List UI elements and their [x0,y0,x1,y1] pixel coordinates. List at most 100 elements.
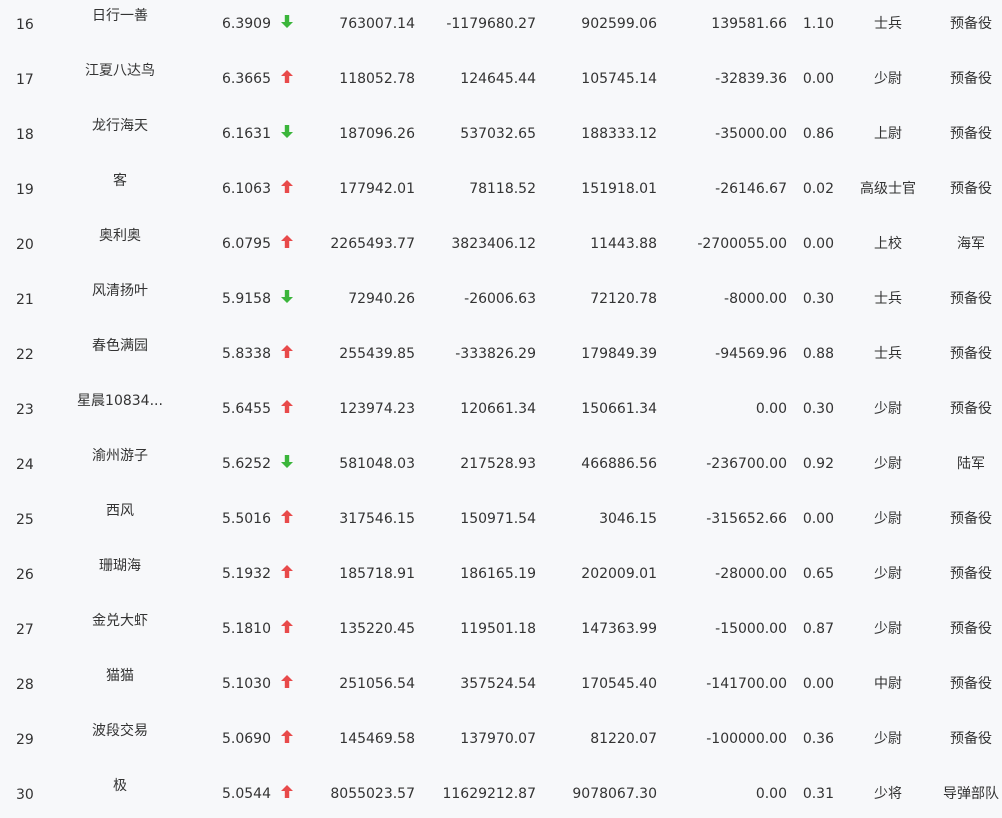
rank-number: 19 [16,182,34,198]
score-value: 6.3909 [222,16,271,32]
value-column-2: 137970.07 [460,731,536,747]
rank-number: 21 [16,292,34,308]
table-row[interactable]: 27 金兑大虾 5.1810 135220.45 119501.18 147363.99 -… [0,605,1002,660]
military-rank: 少尉 [874,71,902,87]
value-column-4: -2700055.00 [697,236,787,252]
value-column-4: 0.00 [755,401,787,417]
score-value: 5.6455 [222,401,271,417]
value-column-2: 119501.18 [460,621,536,637]
table-row[interactable]: 16 日行一善 6.3909 763007.14 -1179680.27 902599.0… [0,0,1002,55]
table-row[interactable]: 30 极 5.0544 8055023.57 11629212.87 9078067.30… [0,770,1002,818]
service-branch: 陆军 [957,456,985,472]
score-value: 6.1631 [222,126,271,142]
value-column-4: -315652.66 [706,511,787,527]
service-branch: 预备役 [950,346,992,362]
table-row[interactable]: 18 龙行海天 6.1631 187096.26 537032.65 188333.12 -… [0,110,1002,165]
rank-number: 20 [16,237,34,253]
user-name: 客 [113,173,127,189]
user-name: 金兑大虾 [92,613,148,629]
user-name: 春色满园 [92,338,148,354]
service-branch: 预备役 [950,511,992,527]
military-rank: 士兵 [874,346,902,362]
ratio-value: 0.88 [802,346,834,362]
user-name: 日行一善 [92,8,148,24]
score-value: 5.1030 [222,676,271,692]
score-value: 6.0795 [222,236,271,252]
table-row[interactable]: 26 珊瑚海 5.1932 185718.91 186165.19 202009.01 -2… [0,550,1002,605]
table-row[interactable]: 24 渝州游子 5.6252 581048.03 217528.93 466886.56 -… [0,440,1002,495]
value-column-4: 139581.66 [711,16,787,32]
military-rank: 中尉 [874,676,902,692]
table-row[interactable]: 21 风清扬叶 5.9158 72940.26 -26006.63 72120.78 -80… [0,275,1002,330]
value-column-3: 188333.12 [581,126,657,142]
value-column-2: 3823406.12 [451,236,536,252]
value-column-4: -94569.96 [715,346,787,362]
arrow-up-icon [281,565,293,579]
service-branch: 预备役 [950,401,992,417]
value-column-2: 186165.19 [460,566,536,582]
military-rank: 少尉 [874,401,902,417]
military-rank: 少尉 [874,621,902,637]
ratio-value: 1.10 [802,16,834,32]
user-name: 西风 [106,503,134,519]
value-column-3: 72120.78 [590,291,657,307]
ranking-table: 16 日行一善 6.3909 763007.14 -1179680.27 902599.0… [0,0,1002,818]
value-column-1: 763007.14 [339,16,415,32]
ratio-value: 0.00 [802,71,834,87]
arrow-down-icon [281,15,293,29]
score-value: 5.5016 [222,511,271,527]
table-row[interactable]: 17 江夏八达鸟 6.3665 118052.78 124645.44 105745.14… [0,55,1002,110]
value-column-2: 78118.52 [469,181,536,197]
rank-number: 30 [16,787,34,803]
user-name: 渝州游子 [92,448,148,464]
arrow-down-icon [281,125,293,139]
service-branch: 预备役 [950,71,992,87]
table-row[interactable]: 19 客 6.1063 177942.01 78118.52 151918.01 -2614… [0,165,1002,220]
value-column-1: 2265493.77 [330,236,415,252]
table-row[interactable]: 28 猫猫 5.1030 251056.54 357524.54 170545.40 -14… [0,660,1002,715]
user-name: 猫猫 [106,668,134,684]
service-branch: 预备役 [950,16,992,32]
value-column-4: -15000.00 [715,621,787,637]
value-column-4: -26146.67 [715,181,787,197]
arrow-up-icon [281,620,293,634]
value-column-4: -141700.00 [706,676,787,692]
service-branch: 预备役 [950,676,992,692]
table-row[interactable]: 20 奥利奥 6.0795 2265493.77 3823406.12 11443.88 -… [0,220,1002,275]
score-value: 5.6252 [222,456,271,472]
arrow-up-icon [281,675,293,689]
rank-number: 26 [16,567,34,583]
arrow-down-icon [281,455,293,469]
arrow-up-icon [281,235,293,249]
value-column-2: 124645.44 [460,71,536,87]
rank-number: 28 [16,677,34,693]
value-column-3: 151918.01 [581,181,657,197]
user-name: 龙行海天 [92,118,148,134]
service-branch: 预备役 [950,621,992,637]
value-column-4: -28000.00 [715,566,787,582]
score-value: 6.1063 [222,181,271,197]
value-column-2: 120661.34 [460,401,536,417]
value-column-3: 105745.14 [581,71,657,87]
ratio-value: 0.92 [802,456,834,472]
table-row[interactable]: 22 春色满园 5.8338 255439.85 -333826.29 179849.39… [0,330,1002,385]
service-branch: 预备役 [950,291,992,307]
ratio-value: 0.02 [802,181,834,197]
rank-number: 29 [16,732,34,748]
score-value: 5.9158 [222,291,271,307]
military-rank: 少尉 [874,731,902,747]
military-rank: 士兵 [874,291,902,307]
ratio-value: 0.36 [802,731,834,747]
military-rank: 少尉 [874,456,902,472]
value-column-1: 145469.58 [339,731,415,747]
value-column-4: -8000.00 [724,291,787,307]
ratio-value: 0.30 [802,401,834,417]
value-column-2: 217528.93 [460,456,536,472]
user-name: 珊瑚海 [99,558,141,574]
table-row[interactable]: 29 波段交易 5.0690 145469.58 137970.07 81220.07 -1… [0,715,1002,770]
table-row[interactable]: 23 星晨10834... 5.6455 123974.23 120661.34 1506… [0,385,1002,440]
user-name: 波段交易 [92,723,148,739]
arrow-up-icon [281,400,293,414]
value-column-1: 581048.03 [339,456,415,472]
table-row[interactable]: 25 西风 5.5016 317546.15 150971.54 3046.15 -3156… [0,495,1002,550]
